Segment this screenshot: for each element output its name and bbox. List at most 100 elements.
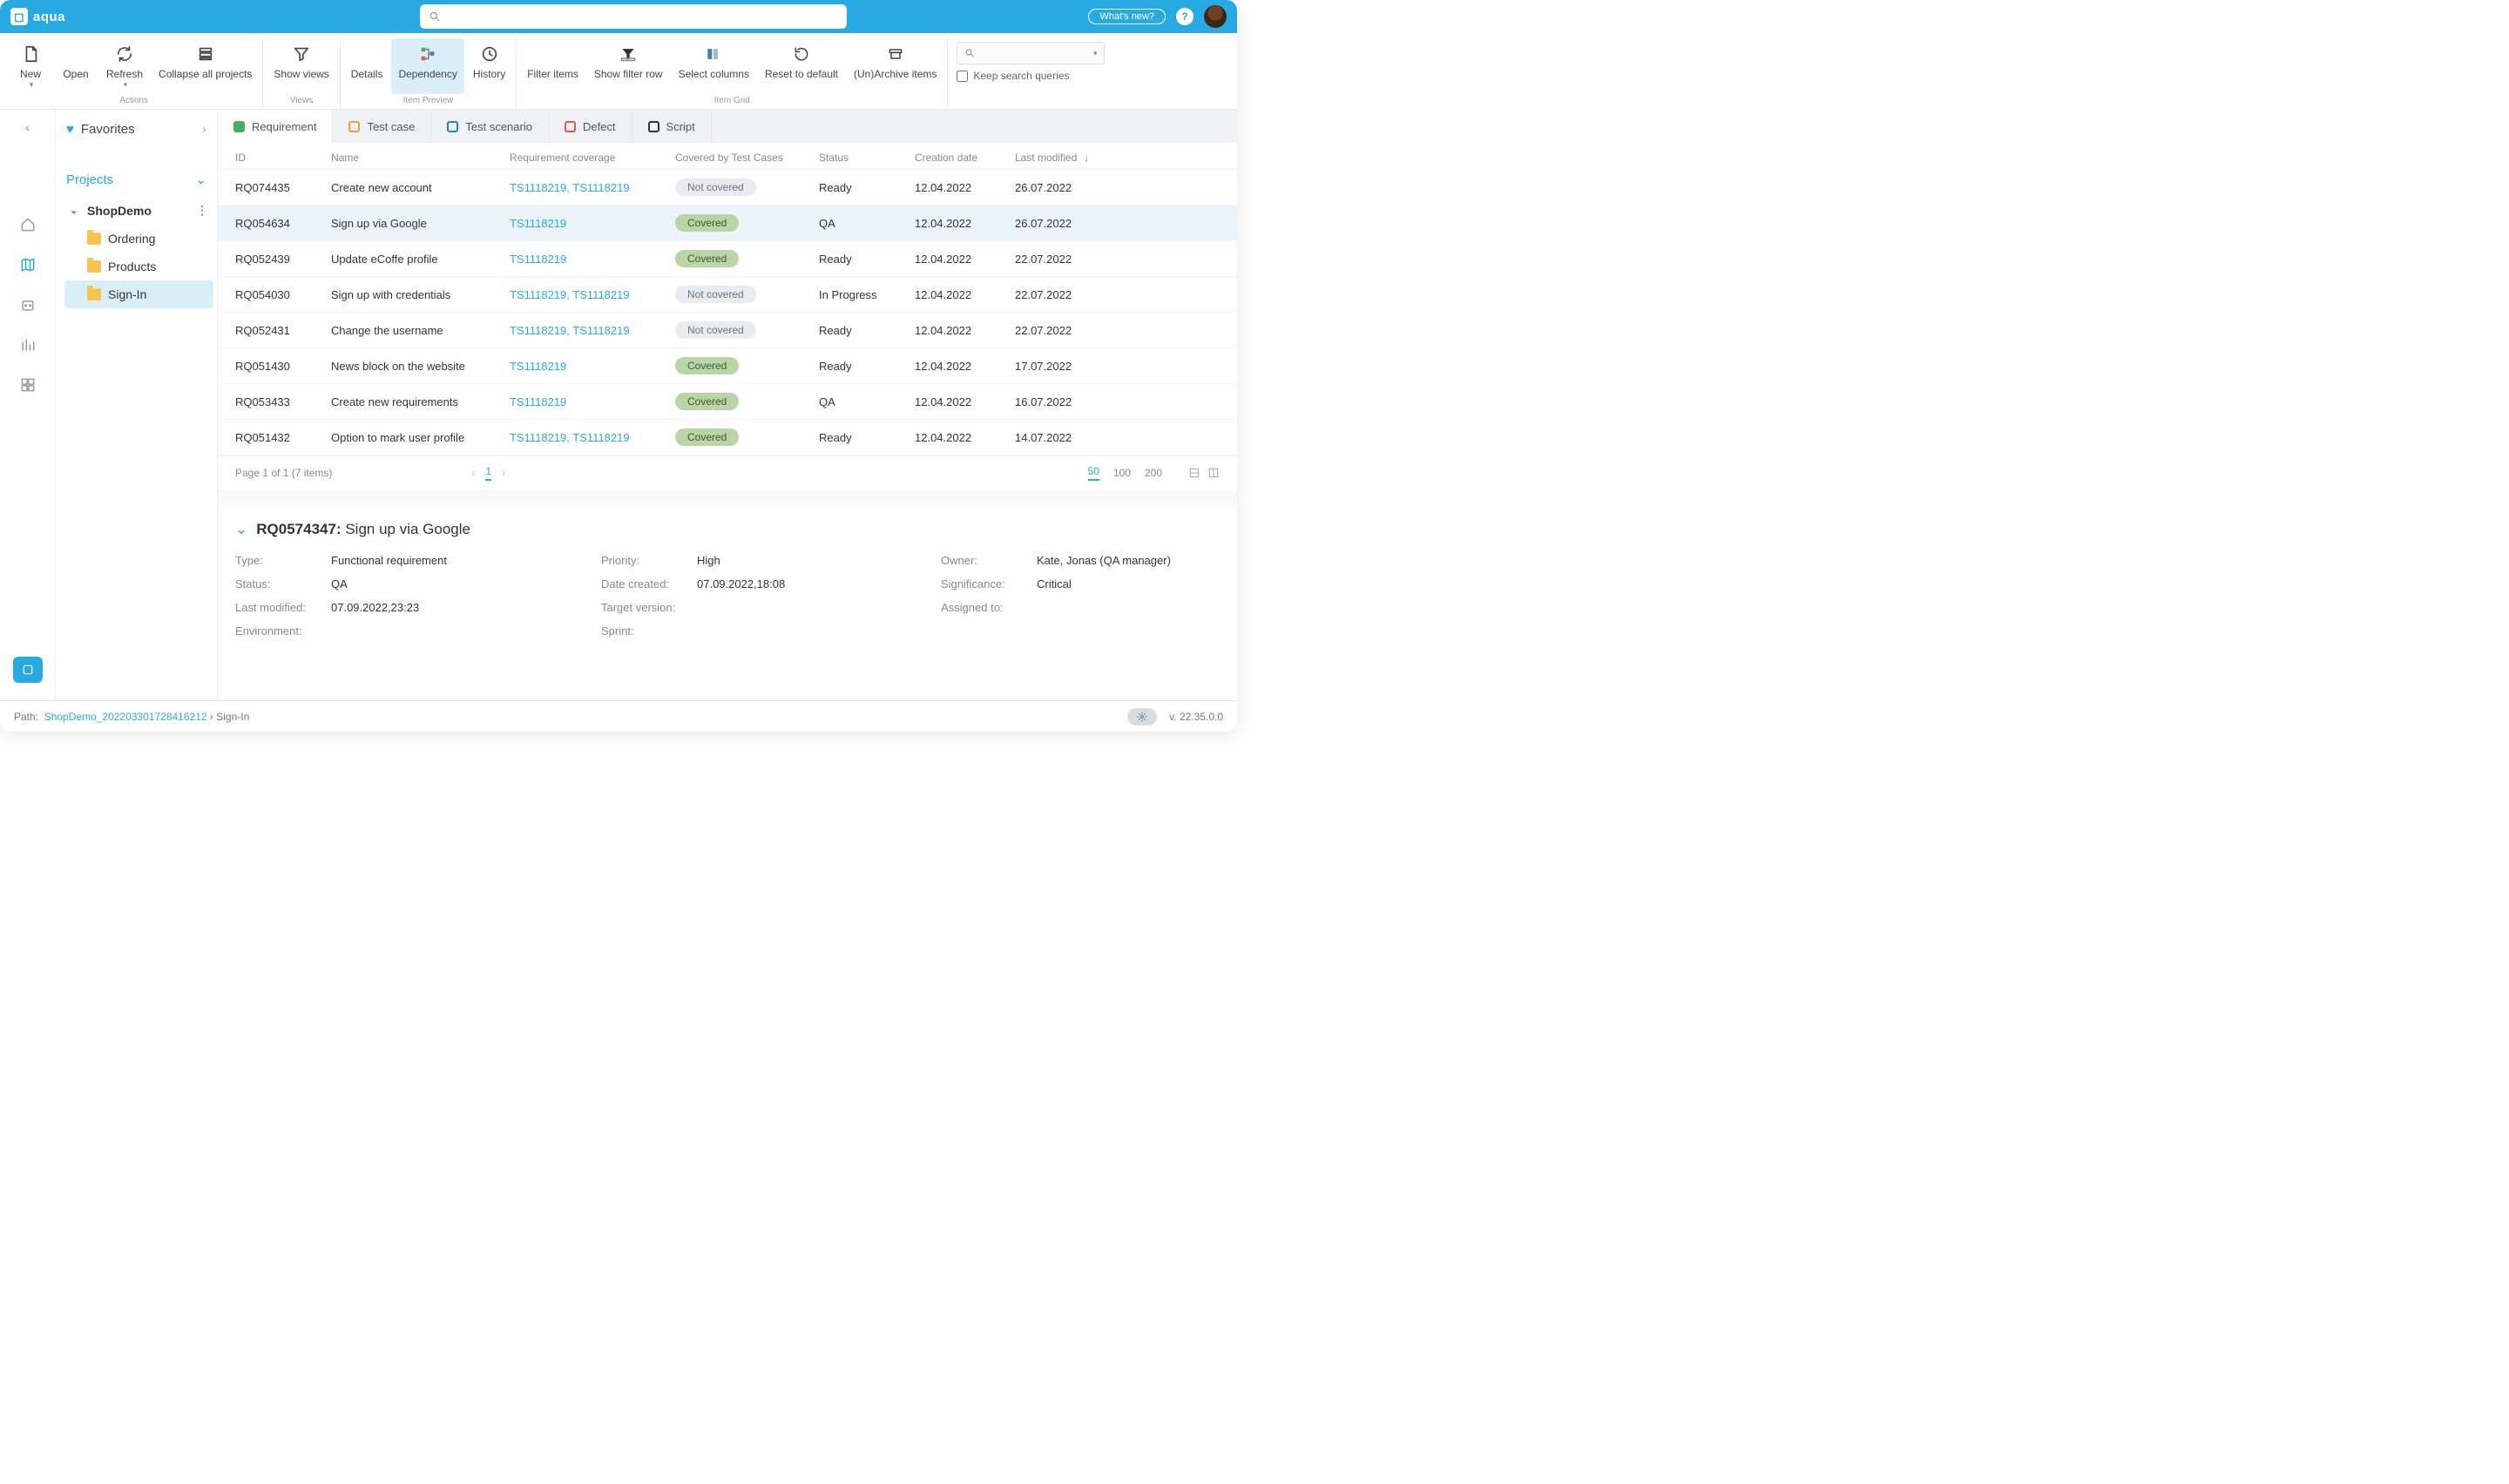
page-number[interactable]: 1	[485, 465, 491, 481]
settings-toggle[interactable]	[1127, 708, 1157, 725]
folder-open-icon	[65, 42, 86, 66]
archive-icon	[887, 42, 904, 66]
tab-script[interactable]: Script	[632, 110, 712, 143]
refresh-button[interactable]: Refresh▾	[99, 38, 150, 94]
coverage-link[interactable]: TS1118219	[510, 253, 675, 266]
folder-node[interactable]: Products	[64, 253, 213, 280]
brand-logo: ◻ aqua	[10, 8, 65, 25]
show-views-button[interactable]: Show views	[267, 38, 335, 94]
page-size[interactable]: 50	[1088, 465, 1099, 481]
columns-icon	[705, 42, 722, 66]
funnel-row-icon	[619, 42, 638, 66]
tab-requirement[interactable]: Requirement	[218, 110, 333, 143]
ribbon-group-actions-label: Actions	[119, 94, 148, 109]
help-button[interactable]: ?	[1176, 8, 1194, 25]
next-page[interactable]: ›	[502, 467, 505, 479]
coverage-link[interactable]: TS1118219	[510, 217, 675, 230]
projects-header[interactable]: Projects ⌄	[56, 149, 217, 196]
project-node[interactable]: ⌄ ShopDemo ⋮	[64, 196, 213, 225]
pager-summary: Page 1 of 1 (7 items)	[235, 467, 332, 479]
table-row[interactable]: RQ051430 News block on the website TS111…	[218, 348, 1237, 384]
whats-new-button[interactable]: What's new?	[1088, 9, 1166, 24]
chevron-right-icon: ›	[202, 122, 206, 137]
table-row[interactable]: RQ054030 Sign up with credentials TS1118…	[218, 277, 1237, 313]
logo-icon: ◻	[10, 8, 28, 25]
apps-icon[interactable]	[17, 374, 38, 395]
col-header[interactable]: Name	[331, 152, 510, 164]
map-icon[interactable]	[17, 254, 38, 275]
table-row[interactable]: RQ052439 Update eCoffe profile TS1118219…	[218, 241, 1237, 277]
col-header[interactable]: Creation date	[915, 152, 1015, 164]
ribbon: New▾ Open Refresh▾ Collapse all projects…	[0, 33, 1237, 110]
col-header[interactable]: ID	[235, 152, 331, 164]
more-icon[interactable]: ⋮	[196, 203, 208, 218]
grid-search[interactable]: ▾	[957, 42, 1105, 64]
keep-queries-checkbox[interactable]: Keep search queries	[957, 70, 1105, 82]
tab-icon	[447, 121, 458, 132]
table-row[interactable]: RQ051432 Option to mark user profile TS1…	[218, 420, 1237, 455]
coverage-badge: Not covered	[675, 286, 756, 303]
history-button[interactable]: History	[466, 38, 512, 94]
coverage-badge: Covered	[675, 250, 739, 267]
filter-row-button[interactable]: Show filter row	[587, 38, 670, 94]
funnel-icon	[544, 42, 562, 66]
bot-icon[interactable]	[17, 294, 38, 315]
ribbon-group-preview-label: Item Preview	[403, 94, 454, 109]
home-icon[interactable]	[17, 214, 38, 235]
table-row[interactable]: RQ074435 Create new account TS1118219, T…	[218, 170, 1237, 206]
page-size[interactable]: 100	[1113, 467, 1131, 479]
reset-default-button[interactable]: Reset to default	[758, 38, 845, 94]
coverage-link[interactable]: TS1118219, TS1118219	[510, 181, 675, 194]
user-avatar[interactable]	[1204, 5, 1227, 28]
reset-icon	[793, 42, 810, 66]
page-size[interactable]: 200	[1145, 467, 1162, 479]
new-button[interactable]: New▾	[9, 38, 52, 94]
tab-test-case[interactable]: Test case	[333, 110, 431, 143]
layout-icon[interactable]	[1207, 467, 1220, 479]
tab-icon	[648, 121, 659, 132]
collapse-detail-icon[interactable]: ⌄	[235, 521, 247, 538]
folder-node[interactable]: Ordering	[64, 225, 213, 253]
collapse-sidebar-button[interactable]: ‹	[25, 120, 30, 134]
dependency-button[interactable]: Dependency	[391, 38, 463, 94]
coverage-link[interactable]: TS1118219	[510, 360, 675, 373]
detail-title: RQ0574347: Sign up via Google	[256, 521, 470, 538]
table-row[interactable]: RQ052431 Change the username TS1118219, …	[218, 313, 1237, 348]
coverage-badge: Covered	[675, 357, 739, 374]
pager: Page 1 of 1 (7 items) ‹ 1 › 50 100 200	[218, 455, 1237, 489]
search-icon	[964, 48, 975, 58]
col-header[interactable]: Status	[819, 152, 915, 164]
col-header[interactable]: Last modified↓	[1015, 152, 1146, 164]
table-row[interactable]: RQ053433 Create new requirements TS11182…	[218, 384, 1237, 420]
coverage-link[interactable]: TS1118219, TS1118219	[510, 431, 675, 444]
brand-tile[interactable]	[13, 657, 43, 683]
coverage-badge: Covered	[675, 393, 739, 410]
layout-icon[interactable]	[1188, 467, 1200, 479]
select-columns-button[interactable]: Select columns	[672, 38, 756, 94]
tab-test-scenario[interactable]: Test scenario	[431, 110, 549, 143]
details-button[interactable]: Details	[344, 38, 390, 94]
brand-text: aqua	[33, 10, 65, 24]
table-row[interactable]: RQ054634 Sign up via Google TS1118219 Co…	[218, 206, 1237, 241]
favorites-section[interactable]: ♥ Favorites ›	[56, 110, 217, 149]
folder-icon	[87, 260, 101, 273]
analytics-icon[interactable]	[17, 334, 38, 355]
filter-items-button[interactable]: Filter items	[520, 38, 585, 94]
coverage-badge: Covered	[675, 428, 739, 446]
col-header[interactable]: Covered by Test Cases	[675, 152, 819, 164]
folder-node[interactable]: Sign-In	[64, 280, 213, 308]
tab-icon	[233, 121, 245, 132]
coverage-link[interactable]: TS1118219, TS1118219	[510, 288, 675, 301]
prev-page[interactable]: ‹	[471, 467, 475, 479]
coverage-badge: Not covered	[675, 321, 756, 339]
tab-defect[interactable]: Defect	[549, 110, 632, 143]
breadcrumb-link[interactable]: ShopDemo_202203301728416212	[44, 711, 207, 723]
sort-desc-icon: ↓	[1084, 152, 1089, 164]
collapse-projects-button[interactable]: Collapse all projects	[152, 38, 259, 94]
coverage-link[interactable]: TS1118219	[510, 395, 675, 408]
global-search[interactable]	[420, 4, 847, 29]
archive-button[interactable]: (Un)Archive items	[847, 38, 943, 94]
coverage-link[interactable]: TS1118219, TS1118219	[510, 324, 675, 337]
open-button[interactable]: Open	[54, 38, 98, 94]
col-header[interactable]: Requirement coverage	[510, 152, 675, 164]
